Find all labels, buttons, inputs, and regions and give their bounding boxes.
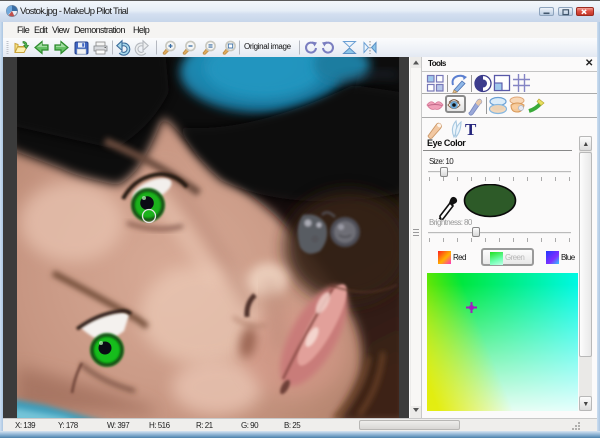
svg-text:T: T (465, 120, 477, 139)
